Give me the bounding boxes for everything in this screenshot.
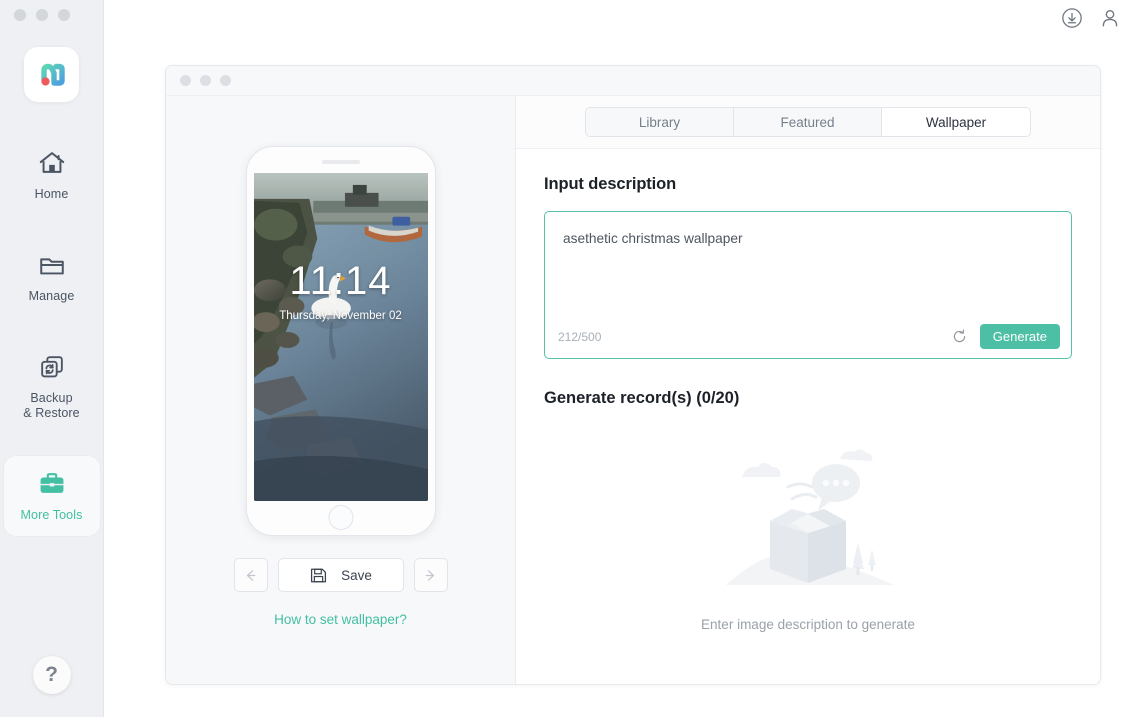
prompt-input-box[interactable]: asethetic christmas wallpaper 212/500 Ge… (544, 211, 1072, 359)
previous-wallpaper-button[interactable] (233, 558, 268, 592)
window-traffic-lights (14, 9, 70, 21)
person-icon[interactable] (1099, 7, 1121, 29)
next-wallpaper-button[interactable] (413, 558, 448, 592)
tab-library[interactable]: Library (586, 108, 734, 136)
sidebar-item-label: More Tools (20, 508, 83, 522)
sidebar-item-more-tools[interactable]: More Tools (3, 456, 100, 536)
home-icon (39, 152, 64, 173)
generator-content: Input description asethetic christmas wa… (516, 149, 1100, 684)
app-window: Home Manage Backup & Restore More Tools … (0, 0, 1142, 717)
phone-speaker (321, 160, 360, 164)
empty-state: Enter image description to generate (544, 408, 1072, 684)
tab-featured[interactable]: Featured (734, 108, 882, 136)
wallpaper-preview-pane: 11:14 Thursday, November 02 Save How to … (166, 96, 516, 684)
sidebar-item-label: Home (34, 187, 69, 201)
sidebar-item-home[interactable]: Home (4, 135, 100, 215)
refresh-icon[interactable] (951, 328, 968, 345)
arrow-left-icon (246, 569, 256, 581)
phone-home-button (328, 505, 353, 530)
save-wallpaper-button[interactable]: Save (277, 558, 404, 592)
briefcase-icon (40, 473, 63, 493)
sidebar-item-label: Backup & Restore (23, 391, 79, 421)
tabbar: Library Featured Wallpaper (516, 96, 1100, 149)
prompt-footer: 212/500 Generate (558, 324, 1060, 349)
tool-minimize-button[interactable] (200, 75, 211, 86)
window-minimize-button[interactable] (36, 9, 48, 21)
save-button-label: Save (341, 567, 372, 583)
tool-maximize-button[interactable] (220, 75, 231, 86)
prompt-input-value[interactable]: asethetic christmas wallpaper (563, 229, 1053, 249)
topbar (104, 0, 1142, 36)
sidebar: Home Manage Backup & Restore More Tools … (0, 0, 104, 717)
phone-screen[interactable]: 11:14 Thursday, November 02 (253, 173, 428, 501)
main-area: 11:14 Thursday, November 02 Save How to … (104, 0, 1142, 717)
sidebar-item-manage[interactable]: Manage (4, 237, 100, 317)
folder-icon (39, 258, 64, 275)
help-button[interactable]: ? (32, 656, 71, 694)
how-to-set-wallpaper-link[interactable]: How to set wallpaper? (274, 612, 407, 627)
empty-box-illustration (726, 448, 894, 585)
tool-window: 11:14 Thursday, November 02 Save How to … (165, 65, 1101, 685)
phone-mockup: 11:14 Thursday, November 02 (245, 146, 436, 536)
tab-wallpaper[interactable]: Wallpaper (882, 108, 1030, 136)
tool-close-button[interactable] (180, 75, 191, 86)
preview-controls: Save (233, 558, 448, 592)
arrow-right-icon (425, 569, 435, 581)
prompt-actions: Generate (951, 324, 1060, 349)
window-maximize-button[interactable] (58, 9, 70, 21)
sidebar-item-backup-restore[interactable]: Backup & Restore (4, 339, 100, 434)
generate-button[interactable]: Generate (979, 324, 1060, 349)
sidebar-item-label: Manage (28, 289, 75, 303)
tab-group: Library Featured Wallpaper (585, 107, 1031, 137)
lock-screen-time: 11:14 (289, 259, 392, 303)
app-logo[interactable] (24, 47, 79, 102)
backup-restore-icon (40, 356, 63, 378)
window-close-button[interactable] (14, 9, 26, 21)
lock-screen-date: Thursday, November 02 (279, 310, 402, 322)
tool-window-titlebar (166, 66, 1100, 96)
sidebar-label-line2: & Restore (23, 406, 80, 420)
empty-state-caption: Enter image description to generate (701, 616, 915, 632)
input-description-title: Input description (544, 175, 677, 193)
wallpaper-image (253, 173, 428, 501)
floppy-disk-icon (311, 568, 327, 582)
sidebar-label-line1: Backup (30, 391, 73, 405)
sidebar-nav: Home Manage Backup & Restore More Tools (0, 135, 103, 558)
character-counter: 212/500 (558, 329, 602, 344)
app-logo-m-icon (40, 63, 65, 86)
generate-records-title: Generate record(s) (0/20) (544, 389, 740, 407)
tool-window-body: 11:14 Thursday, November 02 Save How to … (166, 96, 1100, 684)
download-circle-icon[interactable] (1061, 7, 1083, 29)
wallpaper-generator-pane: Library Featured Wallpaper Input descrip… (516, 96, 1100, 684)
